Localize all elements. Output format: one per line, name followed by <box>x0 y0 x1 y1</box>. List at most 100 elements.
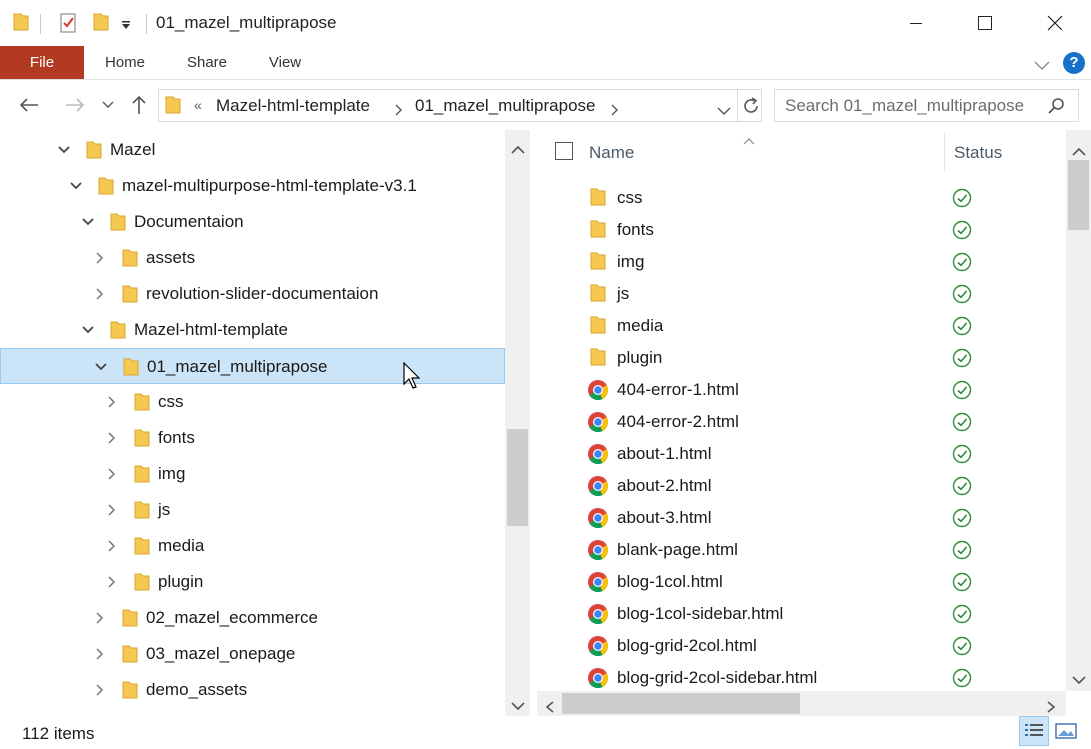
file-row[interactable]: blog-grid-2col-sidebar.html <box>537 662 1066 694</box>
scroll-up-icon[interactable] <box>1072 142 1086 162</box>
help-button[interactable]: ? <box>1063 52 1085 74</box>
tree-item-label: js <box>158 500 171 519</box>
close-button[interactable] <box>1021 0 1089 46</box>
file-row[interactable]: blog-grid-2col.html <box>537 630 1066 662</box>
scrollbar-thumb[interactable] <box>562 693 800 714</box>
tree-item[interactable]: img <box>0 456 505 492</box>
tree-item[interactable]: demo_assets <box>0 672 505 708</box>
scroll-left-icon[interactable] <box>545 698 555 716</box>
tree-item[interactable]: fonts <box>0 420 505 456</box>
folder-icon <box>134 500 150 525</box>
chevron-right-icon[interactable] <box>93 646 107 660</box>
chevron-down-icon[interactable] <box>81 322 95 336</box>
details-view-button[interactable] <box>1019 716 1049 746</box>
file-row[interactable]: about-1.html <box>537 438 1066 470</box>
refresh-icon[interactable] <box>741 96 761 121</box>
chevron-right-icon[interactable] <box>93 682 107 696</box>
tab-home[interactable]: Home <box>92 46 158 79</box>
chevron-right-icon[interactable] <box>93 286 107 300</box>
address-bar[interactable]: « Mazel-html-template 01_mazel_multiprap… <box>158 89 762 122</box>
tree-item[interactable]: Mazel <box>0 132 505 168</box>
tab-share[interactable]: Share <box>176 46 238 79</box>
chevron-right-icon[interactable] <box>105 466 119 480</box>
file-row[interactable]: plugin <box>537 342 1066 374</box>
folder-icon <box>589 347 607 372</box>
large-icons-view-button[interactable] <box>1054 720 1078 742</box>
breadcrumb-item[interactable]: Mazel-html-template <box>216 96 370 116</box>
tree-item[interactable]: Mazel-html-template <box>0 312 505 348</box>
maximize-button[interactable] <box>951 0 1019 46</box>
tree-item-label: Mazel <box>110 140 156 159</box>
tab-file[interactable]: File <box>0 46 84 79</box>
file-row[interactable]: css <box>537 182 1066 214</box>
scroll-up-icon[interactable] <box>511 140 525 160</box>
chevron-right-icon[interactable] <box>105 502 119 516</box>
chevron-right-icon[interactable] <box>105 430 119 444</box>
search-box[interactable] <box>774 89 1079 122</box>
file-row[interactable]: about-2.html <box>537 470 1066 502</box>
tree-item[interactable]: js <box>0 492 505 528</box>
scrollbar-thumb[interactable] <box>1068 160 1089 230</box>
breadcrumb-chevron-icon[interactable] <box>395 101 403 121</box>
tree-item[interactable]: revolution-slider-documentaion <box>0 276 505 312</box>
chevron-down-icon[interactable] <box>94 359 108 373</box>
chevron-right-icon[interactable] <box>93 610 107 624</box>
chrome-icon <box>587 635 609 662</box>
customize-toolbar-dropdown-icon[interactable] <box>120 16 132 36</box>
file-row[interactable]: img <box>537 246 1066 278</box>
new-folder-icon[interactable] <box>92 12 110 37</box>
file-row[interactable]: blog-1col-sidebar.html <box>537 598 1066 630</box>
tree-item[interactable]: 03_mazel_onepage <box>0 636 505 672</box>
file-row[interactable]: 404-error-1.html <box>537 374 1066 406</box>
up-button[interactable] <box>126 90 152 120</box>
recent-locations-button[interactable] <box>98 90 118 120</box>
scroll-right-icon[interactable] <box>1046 698 1056 716</box>
file-row[interactable]: js <box>537 278 1066 310</box>
tree-item[interactable]: 02_mazel_ecommerce <box>0 600 505 636</box>
search-icon[interactable] <box>1047 97 1065 120</box>
column-name-header[interactable]: Name <box>589 143 634 163</box>
file-row[interactable]: fonts <box>537 214 1066 246</box>
chrome-icon <box>587 571 609 598</box>
scroll-down-icon[interactable] <box>1072 670 1086 690</box>
tree-item[interactable]: Documentaion <box>0 204 505 240</box>
file-list-vertical-scrollbar[interactable] <box>1066 130 1091 691</box>
chevron-down-icon[interactable] <box>81 214 95 228</box>
search-input[interactable] <box>785 95 1035 117</box>
tree-item[interactable]: media <box>0 528 505 564</box>
folder-icon[interactable] <box>12 12 30 37</box>
forward-button[interactable] <box>60 90 90 120</box>
navigation-pane-scrollbar[interactable] <box>505 130 530 716</box>
tree-item[interactable]: mazel-multipurpose-html-template-v3.1 <box>0 168 505 204</box>
back-button[interactable] <box>14 90 44 120</box>
select-all-checkbox[interactable] <box>555 142 573 160</box>
breadcrumb-overflow[interactable]: « <box>194 97 202 113</box>
breadcrumb-item-current[interactable]: 01_mazel_multiprapose <box>415 96 596 116</box>
chevron-down-icon[interactable] <box>69 178 83 192</box>
scroll-down-icon[interactable] <box>511 696 525 716</box>
tree-item[interactable]: plugin <box>0 564 505 600</box>
chevron-right-icon[interactable] <box>105 574 119 588</box>
chevron-right-icon[interactable] <box>105 538 119 552</box>
chevron-right-icon[interactable] <box>105 394 119 408</box>
file-list-horizontal-scrollbar[interactable] <box>537 691 1066 716</box>
file-row[interactable]: blank-page.html <box>537 534 1066 566</box>
address-history-dropdown-icon[interactable] <box>717 101 731 121</box>
expand-ribbon-chevron-icon[interactable] <box>1034 56 1050 76</box>
file-row[interactable]: blog-1col.html <box>537 566 1066 598</box>
tree-item[interactable]: assets <box>0 240 505 276</box>
scrollbar-thumb[interactable] <box>507 429 528 526</box>
chevron-down-icon[interactable] <box>57 142 71 156</box>
column-divider[interactable] <box>944 132 945 172</box>
file-row[interactable]: media <box>537 310 1066 342</box>
chevron-right-icon[interactable] <box>93 250 107 264</box>
minimize-button[interactable] <box>882 0 950 46</box>
tab-view[interactable]: View <box>256 46 314 79</box>
column-status-header[interactable]: Status <box>954 143 1002 163</box>
breadcrumb-chevron-icon[interactable] <box>611 101 619 121</box>
tree-item[interactable]: css <box>0 384 505 420</box>
file-row[interactable]: about-3.html <box>537 502 1066 534</box>
tree-item[interactable]: 01_mazel_multiprapose <box>0 348 505 384</box>
properties-icon[interactable] <box>58 12 78 39</box>
file-row[interactable]: 404-error-2.html <box>537 406 1066 438</box>
